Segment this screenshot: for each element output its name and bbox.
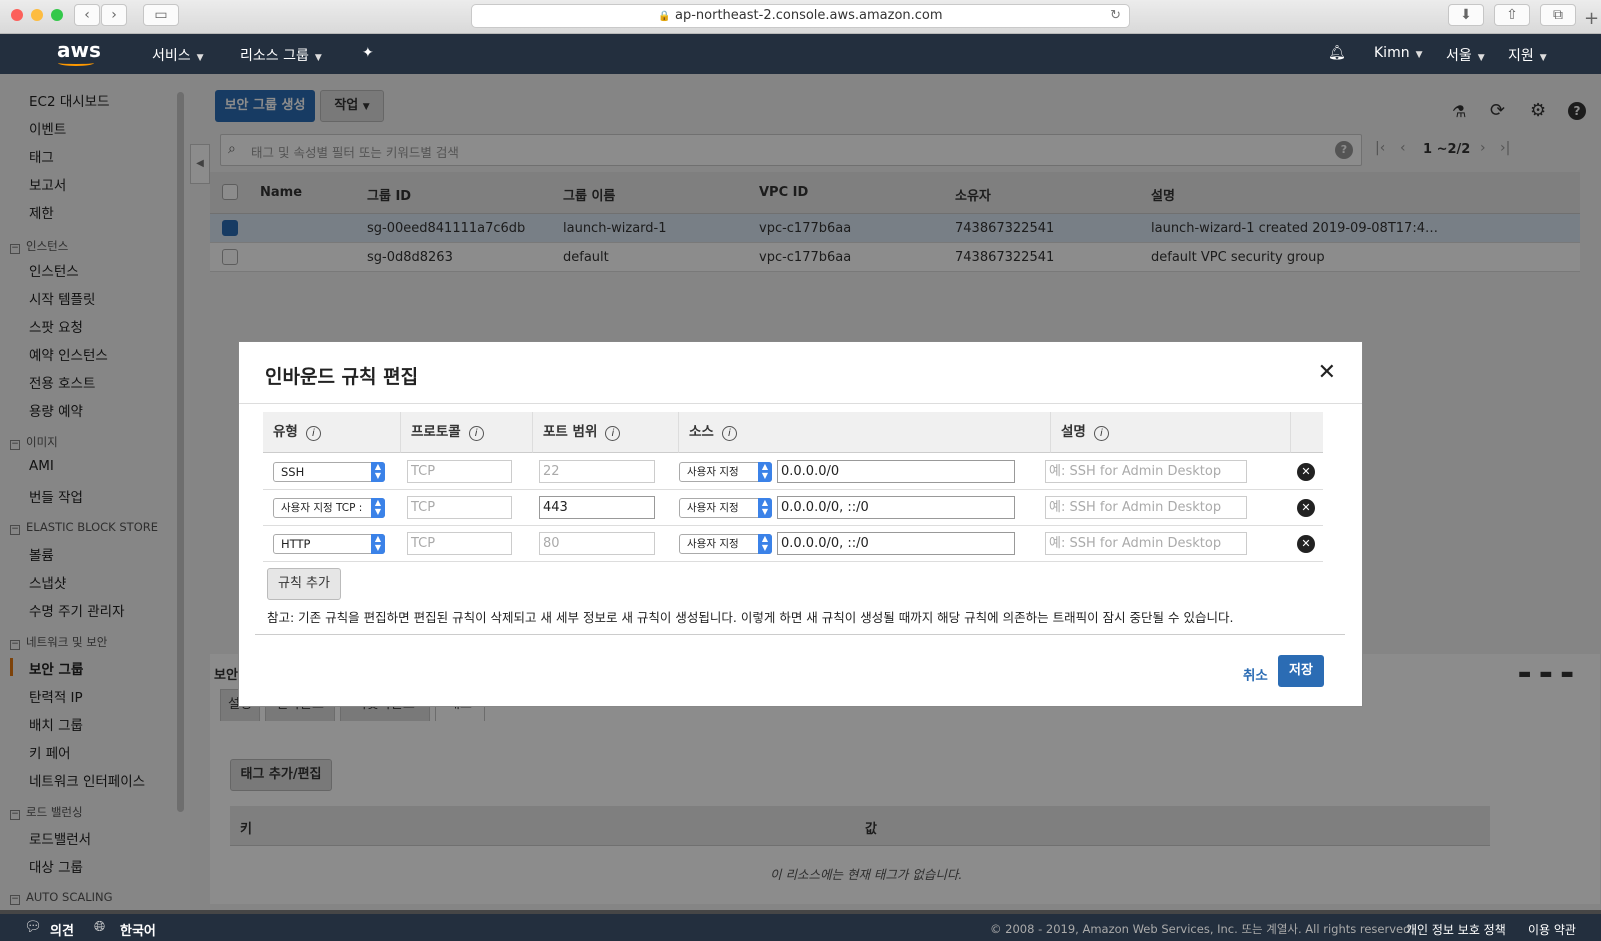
col-desc: 설명 i (1050, 412, 1290, 453)
source-type-select[interactable]: 사용자 지정 ▲ ▼ (679, 534, 772, 554)
services-menu[interactable]: 서비스 ▼ (152, 45, 204, 65)
type-select[interactable]: HTTP ▲ ▼ (273, 534, 385, 554)
aws-top-nav: aws 서비스 ▼ 리소스 그룹 ▼ ✦ 🔔︎ Kimn ▼ 서울 ▼ 지원 ▼ (0, 34, 1601, 74)
chevron-down-icon: ▼ (1477, 53, 1485, 63)
protocol-field: TCP (407, 532, 512, 555)
footer: 💬︎ 의견 🌐︎ 한국어 © 2008 - 2019, Amazon Web S… (0, 914, 1601, 941)
feedback-icon[interactable]: 💬︎ (24, 919, 42, 935)
description-field[interactable]: 예: SSH for Admin Desktop (1045, 460, 1247, 483)
col-port-range: 포트 범위 i (532, 412, 678, 453)
select-arrows-icon: ▲ ▼ (758, 462, 772, 482)
chevron-down-icon: ▼ (314, 53, 322, 63)
description-field[interactable]: 예: SSH for Admin Desktop (1045, 496, 1247, 519)
dialog-header: 인바운드 규칙 편집 ✕ (239, 342, 1362, 404)
rule-row: HTTP ▲ ▼ TCP 80 사용자 지정 ▲ ▼ 0.0.0.0/0, ::/0 예… (263, 526, 1323, 562)
source-type-select[interactable]: 사용자 지정 ▲ ▼ (679, 498, 772, 518)
url-bar[interactable]: 🔒 ap-northeast-2.console.aws.amazon.com … (471, 4, 1130, 28)
chevron-down-icon: ▼ (1539, 53, 1547, 63)
add-rule-button[interactable]: 규칙 추가 (267, 568, 341, 600)
dialog-divider (255, 634, 1345, 635)
info-icon[interactable]: i (721, 426, 737, 441)
minimize-window-button[interactable] (31, 9, 43, 21)
dialog-title: 인바운드 규칙 편집 (265, 366, 419, 388)
chevron-down-icon: ▼ (196, 53, 204, 63)
sidebar-toggle-icon[interactable]: ▭ (143, 4, 179, 26)
lock-icon: 🔒 (658, 11, 671, 22)
pin-icon[interactable]: ✦ (362, 45, 374, 61)
region-menu[interactable]: 서울 ▼ (1446, 45, 1485, 65)
col-type: 유형 i (263, 412, 400, 453)
info-icon[interactable]: i (605, 426, 621, 441)
port-field[interactable]: 443 (539, 496, 655, 519)
info-icon[interactable]: i (468, 426, 484, 441)
type-select[interactable]: SSH ▲ ▼ (273, 462, 385, 482)
port-field[interactable]: 80 (539, 532, 655, 555)
close-window-button[interactable] (11, 9, 23, 21)
bell-icon[interactable]: 🔔︎ (1328, 45, 1346, 61)
browser-toolbar: ‹ › ▭ 🔒 ap-northeast-2.console.aws.amazo… (0, 0, 1601, 34)
select-arrows-icon: ▲ ▼ (371, 534, 385, 554)
aws-logo-smile (58, 60, 94, 66)
privacy-link[interactable]: 개인 정보 보호 정책 (1406, 921, 1506, 938)
terms-link[interactable]: 이용 약관 (1528, 921, 1576, 938)
back-icon[interactable]: ‹ (74, 4, 100, 26)
copyright-text: © 2008 - 2019, Amazon Web Services, Inc.… (990, 922, 1415, 936)
language-link[interactable]: 한국어 (120, 920, 156, 939)
remove-rule-icon[interactable]: ✕ (1297, 463, 1315, 481)
support-menu[interactable]: 지원 ▼ (1508, 45, 1547, 65)
info-icon[interactable]: i (1093, 426, 1109, 441)
source-type-select[interactable]: 사용자 지정 ▲ ▼ (679, 462, 772, 482)
feedback-link[interactable]: 의견 (50, 920, 74, 939)
rule-row: 사용자 지정 TCP : ▲ ▼ TCP 443 사용자 지정 ▲ ▼ 0.0.0.0/… (263, 490, 1323, 526)
source-field[interactable]: 0.0.0.0/0, ::/0 (777, 532, 1015, 555)
col-source: 소스 i (678, 412, 1050, 453)
rule-row: SSH ▲ ▼ TCP 22 사용자 지정 ▲ ▼ 0.0.0.0/0 예: SSH f… (263, 454, 1323, 490)
resource-groups-menu[interactable]: 리소스 그룹 ▼ (240, 45, 322, 65)
url-text: ap-northeast-2.console.aws.amazon.com (675, 8, 943, 23)
source-field[interactable]: 0.0.0.0/0, ::/0 (777, 496, 1015, 519)
col-remove (1290, 412, 1323, 453)
share-icon[interactable]: ⇧ (1494, 4, 1530, 26)
edit-note: 참고: 기존 규칙을 편집하면 편집된 규칙이 삭제되고 새 세부 정보로 새 … (267, 610, 1234, 625)
select-arrows-icon: ▲ ▼ (758, 498, 772, 518)
close-icon[interactable]: ✕ (1318, 360, 1336, 385)
protocol-field: TCP (407, 460, 512, 483)
select-arrows-icon: ▲ ▼ (371, 498, 385, 518)
remove-rule-icon[interactable]: ✕ (1297, 535, 1315, 553)
download-icon[interactable]: ⬇ (1448, 4, 1484, 26)
col-protocol: 프로토콜 i (400, 412, 532, 453)
reload-icon[interactable]: ↻ (1110, 5, 1121, 27)
source-field[interactable]: 0.0.0.0/0 (777, 460, 1015, 483)
type-select[interactable]: 사용자 지정 TCP : ▲ ▼ (273, 498, 385, 518)
protocol-field: TCP (407, 496, 512, 519)
save-button[interactable]: 저장 (1278, 655, 1324, 687)
user-menu[interactable]: Kimn ▼ (1374, 45, 1423, 61)
zoom-window-button[interactable] (51, 9, 63, 21)
edit-inbound-rules-dialog: 인바운드 규칙 편집 ✕ 유형 i 프로토콜 i 포트 범위 i 소스 i 설명 i SS… (238, 341, 1363, 707)
select-arrows-icon: ▲ ▼ (371, 462, 385, 482)
globe-icon[interactable]: 🌐︎ (94, 919, 105, 935)
forward-icon[interactable]: › (101, 4, 127, 26)
new-tab-icon[interactable]: + (1584, 8, 1599, 29)
chevron-down-icon: ▼ (1415, 50, 1423, 60)
description-field[interactable]: 예: SSH for Admin Desktop (1045, 532, 1247, 555)
port-field[interactable]: 22 (539, 460, 655, 483)
info-icon[interactable]: i (305, 426, 321, 441)
aws-logo[interactable]: aws (57, 38, 101, 62)
select-arrows-icon: ▲ ▼ (758, 534, 772, 554)
cancel-button[interactable]: 취소 (1243, 664, 1268, 684)
tabs-icon[interactable]: ⧉ (1540, 4, 1576, 26)
remove-rule-icon[interactable]: ✕ (1297, 499, 1315, 517)
